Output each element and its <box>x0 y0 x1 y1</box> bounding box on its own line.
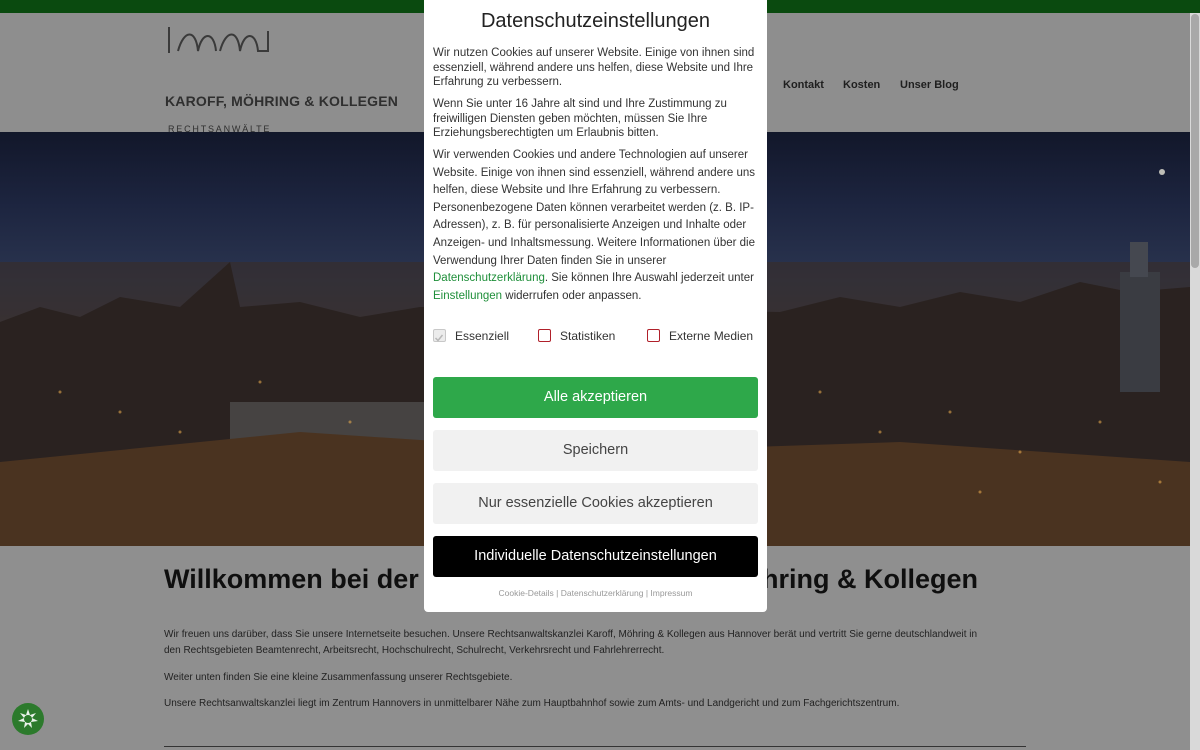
external-media-checkbox[interactable] <box>647 329 660 342</box>
save-button[interactable]: Speichern <box>433 430 758 471</box>
location-paragraph: Unsere Rechtsanwaltskanzlei liegt im Zen… <box>164 698 900 709</box>
scrollbar-thumb[interactable] <box>1191 14 1199 268</box>
essential-label: Essenziell <box>455 329 510 343</box>
check-icon <box>434 334 444 342</box>
accept-essential-button[interactable]: Nur essenzielle Cookies akzeptieren <box>433 483 758 524</box>
accept-all-button[interactable]: Alle akzeptieren <box>433 377 758 418</box>
firm-name[interactable]: KAROFF, MÖHRING & KOLLEGEN <box>165 93 398 109</box>
imprint-link[interactable]: Impressum <box>650 588 692 598</box>
nav-blog[interactable]: Unser Blog <box>900 79 959 91</box>
welcome-heading-left: Willkommen bei der Re <box>164 564 461 594</box>
essential-checkbox[interactable] <box>433 329 446 342</box>
cookie-details-link[interactable]: Cookie-Details <box>499 588 554 598</box>
separator: | <box>645 588 649 598</box>
dialog-text: widerrufen oder anpassen. <box>502 289 642 302</box>
dialog-intro-1: Wir nutzen Cookies auf unserer Website. … <box>433 47 755 88</box>
statistics-checkbox[interactable] <box>538 329 551 342</box>
individual-settings-button[interactable]: Individuelle Datenschutzeinstellungen <box>433 536 758 577</box>
privacy-footer-link[interactable]: Datenschutzerklärung <box>561 588 644 598</box>
dialog-intro-2: Wenn Sie unter 16 Jahre alt sind und Ihr… <box>433 98 727 139</box>
nav-kontakt[interactable]: Kontakt <box>783 79 824 91</box>
privacy-settings-dialog: Datenschutzeinstellungen Wir nutzen Cook… <box>424 0 767 612</box>
external-media-label: Externe Medien <box>669 329 754 343</box>
dialog-intro-3: Wir verwenden Cookies und andere Technol… <box>433 147 758 305</box>
dialog-title: Datenschutzeinstellungen <box>480 10 711 32</box>
divider <box>164 746 1026 747</box>
summary-paragraph: Weiter unten finden Sie eine kleine Zusa… <box>164 672 513 683</box>
settings-link[interactable]: Einstellungen <box>433 290 502 302</box>
separator: | <box>556 588 559 598</box>
privacy-policy-link[interactable]: Datenschutzerklärung <box>433 272 545 284</box>
logo-icon[interactable] <box>166 25 272 55</box>
dialog-text: Wir verwenden Cookies und andere Technol… <box>433 149 755 267</box>
welcome-heading-right: hring & Kollegen <box>762 564 978 594</box>
dialog-footer-links: Cookie-Details | Datenschutzerklärung | … <box>424 588 767 598</box>
privacy-settings-icon[interactable] <box>12 703 44 735</box>
dialog-text: . Sie können Ihre Auswahl jederzeit unte… <box>544 272 754 285</box>
nav-kosten[interactable]: Kosten <box>843 79 880 91</box>
statistics-label: Statistiken <box>560 329 616 343</box>
intro-paragraph: Wir freuen uns darüber, dass Sie unsere … <box>164 629 978 656</box>
